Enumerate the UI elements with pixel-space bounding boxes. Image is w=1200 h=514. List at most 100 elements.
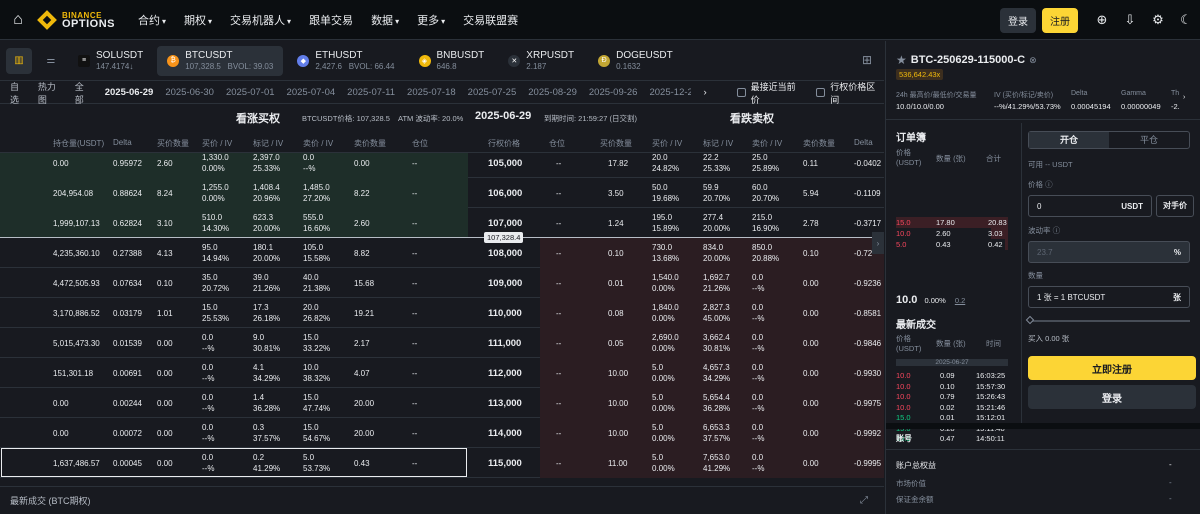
view-options-chain-icon[interactable]: ▥ [6, 47, 32, 74]
nav-options[interactable]: 期权 ▾ [184, 12, 212, 28]
ticker-xrp[interactable]: ✕ XRPUSDT 2.187 [498, 46, 584, 76]
strike-price: 112,000 [488, 368, 522, 379]
nav-trading-bots[interactable]: 交易机器人 ▾ [230, 12, 291, 28]
put-ask-iv: --% [752, 284, 765, 293]
strike-range-checkbox[interactable]: 行权价格区间 [816, 80, 884, 106]
put-bid-price: 5.0 [652, 453, 664, 462]
date-tab[interactable]: 2025-06-30 [165, 87, 214, 98]
tab-open[interactable]: 开仓 [1029, 132, 1109, 148]
orderbook-ask-row[interactable]: 10.0 2.60 3.03 [896, 228, 1008, 239]
put-bid-qty: 10.00 [608, 369, 629, 378]
put-ask-qty: 0.00 [803, 369, 819, 378]
close-icon[interactable]: ⊗ [1029, 55, 1037, 66]
volatility-input[interactable]: 23.7% [1028, 241, 1190, 263]
trade-row: 10.0 0.79 15:26:43 [896, 392, 1006, 401]
option-row[interactable]: 1,637,486.57 0.00045 0.00 0.0 --% 0.2 41.29% 5.… [0, 448, 884, 478]
put-mark-price: 4,657.3 [703, 363, 730, 372]
download-icon[interactable]: ⇩ [1116, 12, 1144, 28]
date-tab[interactable]: 2025-06-29 [105, 87, 154, 98]
ask-qty: 20.00 [354, 429, 375, 438]
moon-icon[interactable]: ☾ [1172, 12, 1200, 28]
filter-heatmap[interactable]: 热力图 [38, 80, 65, 106]
orderbook-ask-row[interactable]: 5.0 0.43 0.42 [896, 239, 1008, 250]
position: -- [412, 459, 418, 468]
col-ask-qty: 卖价数量 [354, 139, 386, 148]
ask-qty: 2.17 [354, 339, 370, 348]
ticker-doge[interactable]: Ð DOGEUSDT 0.1632 [588, 46, 683, 76]
chevron-right-icon[interactable]: › [703, 87, 706, 98]
bid-qty: 0.00 [157, 369, 173, 378]
option-row[interactable]: 0.00 0.95972 2.60 1,330.0 0.00% 2,397.0 25.33%… [0, 153, 884, 178]
collapse-panel-icon[interactable]: › [872, 232, 884, 254]
login-button[interactable]: 登录 [1000, 7, 1036, 33]
tab-close[interactable]: 平仓 [1109, 132, 1189, 148]
quantity-input[interactable]: 1 张 = 1 BTCUSDT 张 [1028, 286, 1190, 308]
mark-iv: 30.81% [253, 344, 281, 353]
date-tab[interactable]: 2025-07-18 [407, 87, 456, 98]
nearest-price-checkbox[interactable]: 最接近当前价 [736, 80, 805, 106]
ticker-eth[interactable]: ◆ ETHUSDT 2,427.6 BVOL: 66.44 [287, 46, 404, 76]
filter-all[interactable]: 全部 [75, 80, 93, 106]
date-tab[interactable]: 2025-07-01 [226, 87, 275, 98]
bid-iv: 20.72% [202, 284, 230, 293]
bid-price: 0.0 [202, 363, 214, 372]
put-mark-iv: 34.29% [703, 374, 731, 383]
put-position: -- [556, 399, 562, 408]
ask-price: 555.0 [303, 213, 324, 222]
ask-qty: 20.00 [354, 399, 375, 408]
ticker-bnb[interactable]: ◈ BNBUSDT 646.8 [409, 46, 495, 76]
expand-icon[interactable]: ⤢ [860, 495, 868, 506]
option-row[interactable]: 3,170,886.52 0.03179 1.01 15.0 25.53% 17.3 26.… [0, 298, 884, 328]
chevron-right-icon[interactable]: › [1183, 94, 1185, 101]
total-equity-label: 账户总权益 [896, 461, 936, 470]
option-row[interactable]: 0.00 0.00244 0.00 0.0 --% 1.4 36.28% 15.0 47.74%… [0, 388, 884, 418]
date-tab[interactable]: 2025-07-04 [287, 87, 336, 98]
ticker-btc[interactable]: ₿ BTCUSDT 107,328.5 BVOL: 39.03 [157, 45, 284, 76]
option-row[interactable]: 0.00 0.00072 0.00 0.0 --% 0.3 37.57% 15.0 54.67%… [0, 418, 884, 448]
nav-more[interactable]: 更多 ▾ [417, 12, 445, 28]
option-row[interactable]: 4,472,505.93 0.07634 0.10 35.0 20.72% 39.0 21.… [0, 268, 884, 298]
put-delta: -0.3717 [854, 219, 882, 228]
grid-layout-icon[interactable]: ⊞ [862, 53, 872, 67]
register-now-button[interactable]: 立即注册 [1028, 356, 1196, 380]
register-button[interactable]: 注册 [1042, 7, 1078, 33]
date-tab[interactable]: 2025-09-26 [589, 87, 638, 98]
col-ask-iv: 卖价 / IV [303, 139, 334, 148]
date-tab[interactable]: 2025-08-29 [528, 87, 577, 98]
strike-price: 107,000 [488, 218, 523, 229]
binance-options-logo[interactable]: BINANCE OPTIONS [37, 9, 115, 30]
bid-qty: 0.00 [157, 339, 173, 348]
option-row[interactable]: 204,954.08 0.88624 8.24 1,255.0 0.00% 1,408.4… [0, 178, 884, 208]
gear-icon[interactable]: ⚙ [1144, 12, 1172, 28]
ask-iv: 38.32% [303, 374, 331, 383]
option-row[interactable]: 5,015,473.30 0.01539 0.00 0.0 --% 9.0 30.81% 15… [0, 328, 884, 358]
price-input[interactable]: 0 USDT [1028, 195, 1152, 217]
put-ask-qty: 0.00 [803, 309, 819, 318]
quantity-slider[interactable] [1025, 315, 1190, 325]
globe-icon[interactable]: ⊕ [1088, 12, 1116, 28]
home-icon[interactable]: ⌂ [0, 0, 36, 40]
put-bid-qty: 0.08 [608, 309, 624, 318]
nav-league[interactable]: 交易联盟赛 [463, 12, 518, 28]
put-bid-iv: 15.89% [652, 224, 680, 233]
option-row[interactable]: 4,235,360.10 0.27388 4.13 95.0 14.94% 180.1 20… [0, 238, 884, 268]
nav-data[interactable]: 数据 ▾ [371, 12, 399, 28]
view-candles-icon[interactable]: ⚌ [38, 48, 64, 74]
ticker-sol[interactable]: ≡ SOLUSDT 147.4174↓ [68, 46, 153, 76]
ask-iv: 33.22% [303, 344, 331, 353]
option-row[interactable]: 1,999,107.13 0.62824 3.10 510.0 14.30% 623.3 2… [0, 208, 884, 238]
col-delta: Delta [113, 138, 132, 147]
nav-futures[interactable]: 合约 ▾ [138, 12, 166, 28]
date-tab[interactable]: 2025-12-26 [649, 87, 691, 98]
filter-favorites[interactable]: 自选 [10, 80, 28, 106]
date-tab[interactable]: 2025-07-11 [347, 87, 395, 98]
date-tab[interactable]: 2025-07-25 [468, 87, 517, 98]
nav-copy-trading[interactable]: 跟单交易 [309, 12, 353, 28]
recent-trades-title[interactable]: 最新成交 (BTC期权) [10, 494, 91, 507]
login-button[interactable]: 登录 [1028, 385, 1196, 409]
orderbook-ask-row[interactable]: 15.0 17.80 20.83 [896, 217, 1008, 228]
star-icon[interactable]: ★ [896, 53, 907, 67]
put-mark-iv: 45.00% [703, 314, 731, 323]
option-row[interactable]: 151,301.18 0.00691 0.00 0.0 --% 4.1 34.29% 10.0… [0, 358, 884, 388]
counter-price-button[interactable]: 对手价 [1156, 195, 1194, 217]
